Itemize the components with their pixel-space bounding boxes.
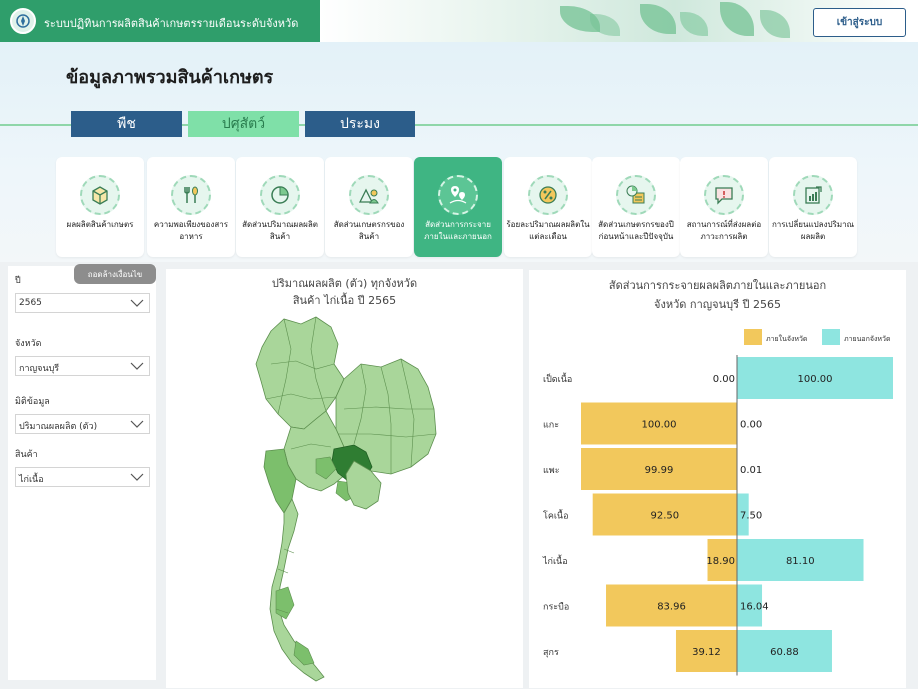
category-label: ไก่เนื้อ	[542, 554, 568, 567]
bar-trend-icon	[793, 175, 833, 215]
distribution-chart: ภายในจังหวัด ภายนอกจังหวัดเป็ดเนื้อ 0.00 10…	[542, 329, 893, 676]
card-label: การเปลี่ยนแปลงปริมาณผลผลิต	[771, 220, 855, 241]
pie-chart-icon	[260, 175, 300, 215]
card-production-share[interactable]: สัดส่วนปริมาณผลผลิตสินค้า	[236, 157, 324, 257]
chevron-down-icon	[130, 473, 144, 481]
product-select[interactable]: ไก่เนื้อ	[15, 467, 150, 487]
distribution-chart-panel: ภายในจังหวัด ภายนอกจังหวัดเป็ดเนื้อ 0.00 10…	[529, 270, 906, 688]
value-label-inside: 83.96	[657, 602, 686, 613]
value-label-inside: 39.12	[692, 647, 721, 658]
utensils-icon	[171, 175, 211, 215]
thailand-province-map[interactable]	[166, 269, 523, 688]
legend-swatch	[822, 329, 840, 345]
brand-banner: ระบบปฏิทินการผลิตสินค้าเกษตรรายเดือนระดั…	[0, 0, 345, 42]
dimension-label: มิติข้อมูล	[15, 397, 50, 407]
category-label: สุกร	[543, 648, 559, 658]
province-select[interactable]: กาญจนบุรี	[15, 356, 150, 376]
category-label: แพะ	[543, 466, 560, 476]
card-label: ร้อยละปริมาณผลผลิตในแต่ละเดือน	[506, 220, 590, 241]
value-label-outside: 81.10	[786, 556, 815, 567]
category-label: กระบือ	[543, 602, 569, 613]
filter-panel: ถอดล้างเงื่อนไข ปี 2565 จังหวัด กาญจนบุร…	[8, 264, 156, 680]
map-panel: ปริมาณผลผลิต (ตัว) ทุกจังหวัด สินค้า ไก่…	[166, 269, 523, 688]
dimension-select[interactable]: ปริมาณผลผลิต (ตัว)	[15, 414, 150, 434]
value-label-outside: 100.00	[798, 374, 833, 385]
card-nutrition-sufficiency[interactable]: ความพอเพียงของสารอาหาร	[147, 157, 235, 257]
calendar-chart-icon	[616, 175, 656, 215]
card-label: สัดส่วนปริมาณผลผลิตสินค้า	[242, 220, 318, 241]
legend-label: ภายนอกจังหวัด	[844, 335, 890, 343]
product-value: ไก่เนื้อ	[19, 475, 44, 485]
chevron-down-icon	[130, 420, 144, 428]
card-production-change[interactable]: การเปลี่ยนแปลงปริมาณผลผลิต	[769, 157, 857, 257]
value-label-outside: 16.04	[740, 602, 769, 613]
top-bar: ระบบปฏิทินการผลิตสินค้าเกษตรรายเดือนระดั…	[0, 0, 918, 42]
value-label-inside: 0.00	[713, 374, 735, 385]
category-label: โคเนื้อ	[543, 509, 569, 522]
province-value: กาญจนบุรี	[19, 364, 60, 374]
map-region-north	[255, 316, 345, 430]
card-label: สัดส่วนเกษตรกรของสินค้า	[333, 220, 405, 241]
percent-icon	[528, 175, 568, 215]
chart-title: สัดส่วนการกระจายผลผลิตภายในและภายนอก จัง…	[529, 276, 906, 314]
ministry-logo-icon	[10, 8, 36, 34]
card-monthly-percent[interactable]: ร้อยละปริมาณผลผลิตในแต่ละเดือน	[504, 157, 592, 257]
value-label-inside: 99.99	[645, 465, 674, 476]
card-label: สถานการณ์ที่ส่งผลต่อภาวะการผลิต	[686, 220, 762, 241]
card-label: สัดส่วนเกษตรกรของปีก่อนหน้าและปีปัจจุบัน	[598, 220, 674, 241]
tab-fishery[interactable]: ประมง	[305, 111, 415, 137]
product-label: สินค้า	[15, 450, 38, 460]
card-farmer-yoy[interactable]: สัดส่วนเกษตรกรของปีก่อนหน้าและปีปัจจุบัน	[592, 157, 680, 257]
year-label: ปี	[15, 276, 21, 286]
value-label-outside: 0.00	[740, 420, 762, 431]
chevron-down-icon	[130, 362, 144, 370]
page-title: ข้อมูลภาพรวมสินค้าเกษตร	[66, 67, 274, 88]
card-agri-products[interactable]: ผลผลิตสินค้าเกษตร	[56, 157, 144, 257]
chart-title-line2: จังหวัด กาญจนบุรี ปี 2565	[654, 298, 781, 311]
value-label-outside: 60.88	[770, 647, 799, 658]
value-label-outside: 0.01	[740, 465, 762, 476]
province-label: จังหวัด	[15, 339, 42, 349]
map-pin-icon	[438, 175, 478, 215]
dimension-value: ปริมาณผลผลิต (ตัว)	[19, 422, 98, 432]
chart-title-line1: สัดส่วนการกระจายผลผลิตภายในและภายนอก	[608, 279, 827, 292]
alert-chat-icon	[704, 175, 744, 215]
card-farmer-share[interactable]: สัดส่วนเกษตรกรของสินค้า	[325, 157, 413, 257]
value-label-outside: 7.50	[740, 511, 762, 522]
card-situations[interactable]: สถานการณ์ที่ส่งผลต่อภาวะการผลิต	[680, 157, 768, 257]
value-label-inside: 100.00	[642, 420, 677, 431]
card-label: สัดส่วนการกระจายภายในและภายนอก	[424, 220, 492, 241]
chevron-down-icon	[130, 299, 144, 307]
year-select[interactable]: 2565	[15, 293, 150, 313]
card-label: ความพอเพียงของสารอาหาร	[153, 220, 229, 241]
legend-label: ภายในจังหวัด	[766, 334, 807, 343]
category-label: เป็ดเนื้อ	[543, 372, 572, 385]
card-label: ผลผลิตสินค้าเกษตร	[66, 220, 134, 229]
value-label-inside: 92.50	[651, 511, 680, 522]
map-province-mid	[275, 586, 295, 620]
category-label: แกะ	[543, 421, 559, 431]
card-distribution-share[interactable]: สัดส่วนการกระจายภายในและภายนอก	[414, 157, 502, 257]
value-label-inside: 18.90	[706, 556, 735, 567]
app-title: ระบบปฏิทินการผลิตสินค้าเกษตรรายเดือนระดั…	[44, 17, 299, 30]
farmer-icon	[349, 175, 389, 215]
clear-filters-button[interactable]: ถอดล้างเงื่อนไข	[74, 264, 156, 284]
year-value: 2565	[19, 298, 42, 308]
legend-swatch	[744, 329, 762, 345]
tab-plant[interactable]: พืช	[71, 111, 182, 137]
tab-livestock[interactable]: ปศุสัตว์	[188, 111, 299, 137]
login-button[interactable]: เข้าสู่ระบบ	[813, 8, 906, 37]
box-icon	[80, 175, 120, 215]
